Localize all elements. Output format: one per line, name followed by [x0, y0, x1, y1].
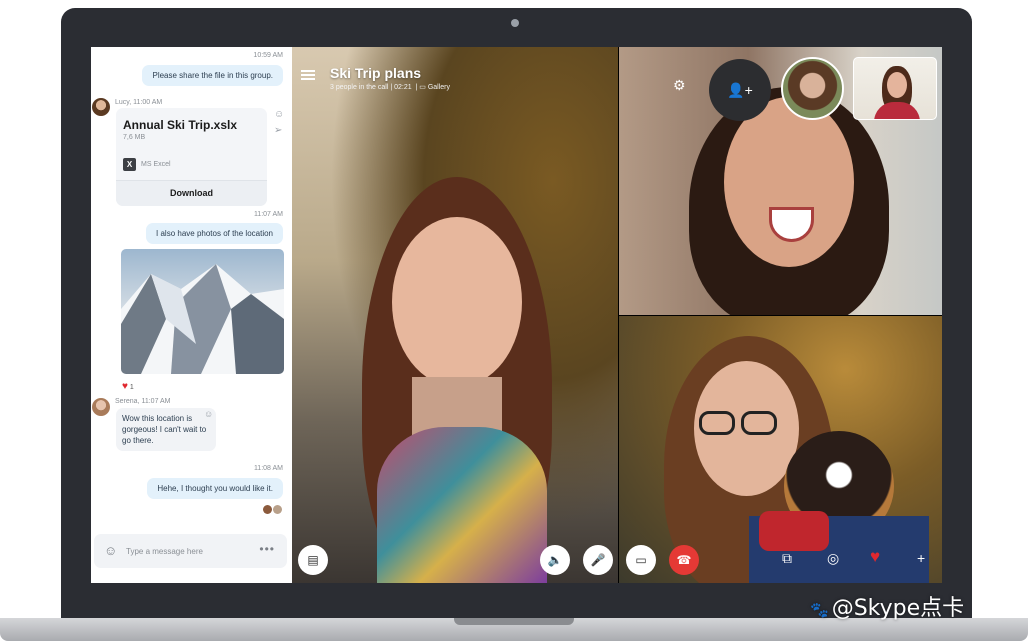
add-person-icon: 👤+	[727, 82, 753, 98]
end-call-button[interactable]: ☎	[669, 545, 699, 575]
message-bubble[interactable]: Please share the file in this group.	[142, 65, 283, 86]
read-receipt-avatar	[273, 505, 282, 514]
menu-icon[interactable]	[301, 70, 315, 80]
self-preview[interactable]	[853, 57, 937, 120]
chat-icon: ▤	[307, 553, 319, 567]
plus-icon[interactable]: +	[917, 550, 925, 566]
call-subtitle: 3 people in the call | 02:21 | ▭ Gallery	[330, 84, 451, 91]
sender-label: Serena, 11:07 AM	[115, 398, 171, 405]
speaker-icon: 🔈	[547, 553, 563, 567]
bandana	[759, 511, 829, 551]
download-button[interactable]: Download	[116, 180, 267, 206]
message-timestamp: 11:07 AM	[253, 211, 283, 218]
switch-screen-icon[interactable]: ⧉	[782, 550, 792, 567]
microphone-icon: 🎤	[590, 553, 606, 567]
scarf	[377, 427, 547, 583]
excel-icon: X	[123, 158, 136, 171]
message-input[interactable]	[126, 544, 246, 558]
shared-photo[interactable]	[121, 249, 284, 374]
message-bubble[interactable]: Hehe, I thought you would like it.	[147, 478, 283, 499]
video-button[interactable]: ▭	[626, 545, 656, 575]
forward-icon[interactable]: ➢	[274, 125, 282, 136]
chat-panel: 10:59 AM Please share the file in this g…	[91, 47, 292, 583]
message-bubble[interactable]: Wow this location is gorgeous! I can't w…	[116, 408, 216, 451]
message-bubble[interactable]: I also have photos of the location	[146, 223, 283, 244]
snapshot-icon[interactable]: ◎	[827, 550, 839, 567]
sender-label: Lucy, 11:00 AM	[115, 99, 163, 106]
watermark: 🐾 @Skype点卡	[810, 596, 965, 621]
message-composer: ☺ •••	[94, 534, 287, 568]
avatar-serena[interactable]	[92, 398, 110, 416]
file-size: 7,6 MB	[123, 134, 146, 141]
add-person-button[interactable]: 👤+	[709, 59, 771, 121]
video-icon: ▭	[635, 553, 647, 567]
call-title: Ski Trip plans	[330, 65, 422, 81]
end-call-icon: ☎	[676, 553, 692, 567]
mountain-image	[121, 264, 284, 374]
speaker-button[interactable]: 🔈	[540, 545, 570, 575]
microphone-button[interactable]: 🎤	[583, 545, 613, 575]
message-timestamp: 11:08 AM	[253, 465, 283, 472]
emoji-reaction-icon[interactable]: ☺	[274, 109, 284, 120]
heart-icon[interactable]: ♥	[870, 547, 880, 567]
emoji-reaction-icon[interactable]: ☺	[204, 409, 213, 419]
chat-button[interactable]: ▤	[298, 545, 328, 575]
participant-thumbnail[interactable]	[781, 57, 844, 120]
heart-icon: ♥	[122, 381, 128, 392]
gallery-toggle[interactable]: Gallery	[428, 84, 450, 91]
message-timestamp: 10:59 AM	[253, 52, 283, 59]
read-receipt-avatar	[263, 505, 272, 514]
webcam	[511, 19, 519, 27]
file-type: MS Excel	[141, 161, 171, 168]
emoji-icon[interactable]: ☺	[104, 543, 117, 558]
more-icon[interactable]: •••	[259, 542, 275, 556]
skype-window: 10:59 AM Please share the file in this g…	[91, 47, 942, 583]
file-name: Annual Ski Trip.xslx	[123, 118, 238, 132]
video-tile-main[interactable]	[292, 47, 618, 583]
settings-icon[interactable]: ⚙	[673, 77, 686, 94]
video-tile-bottom-right[interactable]	[619, 316, 942, 583]
avatar-lucy[interactable]	[92, 98, 110, 116]
file-card[interactable]: Annual Ski Trip.xslx 7,6 MB X MS Excel D…	[116, 108, 267, 206]
participant-face	[392, 217, 522, 387]
reaction-badge[interactable]: ♥ 1	[122, 381, 134, 392]
baidu-paw-icon: 🐾	[810, 601, 829, 619]
